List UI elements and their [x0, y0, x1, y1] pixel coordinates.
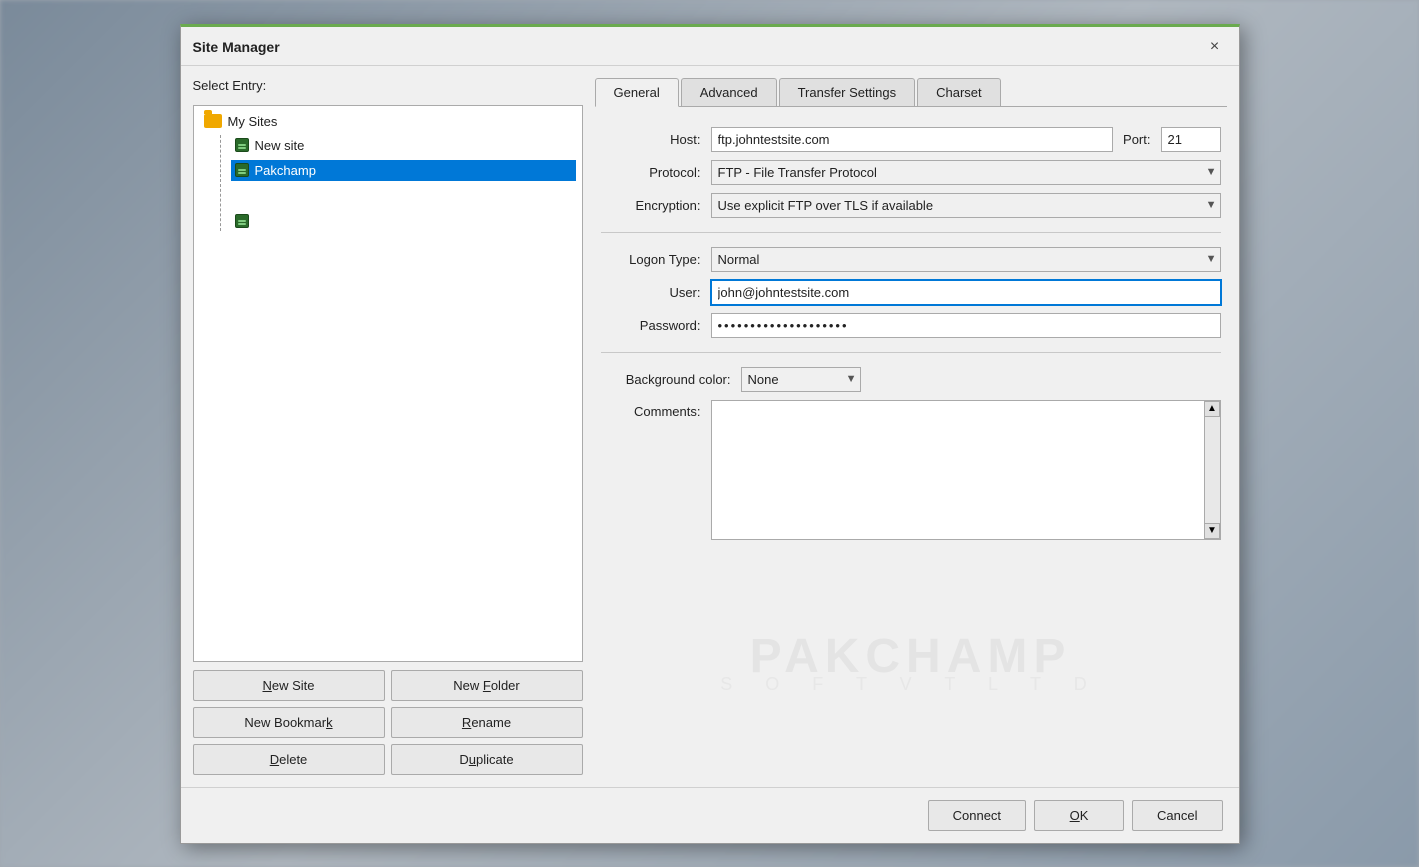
- protocol-select[interactable]: FTP - File Transfer Protocol SFTP - SSH …: [711, 160, 1221, 185]
- tree-folder-my-sites[interactable]: My Sites: [200, 112, 576, 131]
- server-icon-new-site: [235, 138, 249, 152]
- tab-advanced[interactable]: Advanced: [681, 78, 777, 106]
- user-label: User:: [601, 285, 701, 300]
- connect-button[interactable]: Connect: [928, 800, 1026, 831]
- new-site-button[interactable]: New Site: [193, 670, 385, 701]
- scrollbar: ▲ ▼: [1204, 401, 1220, 539]
- tree-container: My Sites New site Pakchamp: [193, 105, 583, 662]
- close-button[interactable]: ×: [1203, 35, 1227, 59]
- duplicate-button[interactable]: Duplicate: [391, 744, 583, 775]
- right-panel: PAKCHAMP S O F T V T L T D General Advan…: [595, 78, 1227, 775]
- host-row: Host: Port:: [601, 127, 1221, 152]
- bg-color-row: Background color: None Red Green Blue Ye…: [601, 367, 1221, 392]
- site-manager-dialog: Site Manager × Select Entry: My Sites Ne…: [180, 24, 1240, 844]
- logon-type-select[interactable]: Anonymous Normal Ask for password Intera…: [711, 247, 1221, 272]
- port-input[interactable]: [1161, 127, 1221, 152]
- protocol-row: Protocol: FTP - File Transfer Protocol S…: [601, 160, 1221, 185]
- comments-textarea[interactable]: [712, 401, 1204, 539]
- host-label: Host:: [601, 132, 701, 147]
- server-icon-extra: [235, 214, 249, 228]
- new-folder-button[interactable]: New Folder: [391, 670, 583, 701]
- protocol-label: Protocol:: [601, 165, 701, 180]
- tab-charset[interactable]: Charset: [917, 78, 1001, 106]
- tree-item-pakchamp[interactable]: Pakchamp: [231, 160, 576, 181]
- user-input[interactable]: [711, 280, 1221, 305]
- protocol-select-wrapper: FTP - File Transfer Protocol SFTP - SSH …: [711, 160, 1221, 185]
- password-label: Password:: [601, 318, 701, 333]
- left-panel: Select Entry: My Sites New site Pakchamp: [193, 78, 583, 775]
- ok-button[interactable]: OK: [1034, 800, 1124, 831]
- encryption-row: Encryption: Use explicit FTP over TLS if…: [601, 193, 1221, 218]
- encryption-label: Encryption:: [601, 198, 701, 213]
- server-icon-pakchamp: [235, 163, 249, 177]
- tree-children: New site Pakchamp: [220, 135, 576, 231]
- scrollbar-track: [1205, 417, 1220, 523]
- watermark: PAKCHAMP S O F T V T L T D: [720, 629, 1100, 695]
- tabs-row: General Advanced Transfer Settings Chars…: [595, 78, 1227, 107]
- password-row: Password:: [601, 313, 1221, 338]
- tree-item-label: New site: [255, 138, 305, 153]
- folder-icon: [204, 114, 222, 128]
- logon-type-label: Logon Type:: [601, 252, 701, 267]
- separator-2: [601, 352, 1221, 353]
- scrollbar-down-arrow[interactable]: ▼: [1204, 523, 1220, 539]
- dialog-body: Select Entry: My Sites New site Pakchamp: [181, 66, 1239, 787]
- logon-type-select-wrapper: Anonymous Normal Ask for password Intera…: [711, 247, 1221, 272]
- encryption-select-wrapper: Use explicit FTP over TLS if available O…: [711, 193, 1221, 218]
- cancel-button[interactable]: Cancel: [1132, 800, 1222, 831]
- user-row: User:: [601, 280, 1221, 305]
- bg-select-wrapper: None Red Green Blue Yellow Cyan ▼: [741, 367, 861, 392]
- host-input[interactable]: [711, 127, 1114, 152]
- rename-button[interactable]: Rename: [391, 707, 583, 738]
- form-section: Host: Port: Protocol: FTP - File Transfe…: [595, 117, 1227, 550]
- comments-label: Comments:: [601, 400, 701, 419]
- tree-item-extra[interactable]: [231, 211, 576, 231]
- separator-1: [601, 232, 1221, 233]
- comments-area-wrapper: ▲ ▼: [711, 400, 1221, 540]
- tab-general[interactable]: General: [595, 78, 679, 107]
- folder-label: My Sites: [228, 114, 278, 129]
- dialog-footer: Connect OK Cancel: [181, 787, 1239, 843]
- dialog-title: Site Manager: [193, 39, 280, 55]
- port-label: Port:: [1123, 132, 1150, 147]
- comments-row: Comments: ▲ ▼: [601, 400, 1221, 540]
- bg-color-select[interactable]: None Red Green Blue Yellow Cyan: [741, 367, 861, 392]
- tree-item-new-site[interactable]: New site: [231, 135, 576, 156]
- password-input[interactable]: [711, 313, 1221, 338]
- tree-item-label: Pakchamp: [255, 163, 316, 178]
- bg-color-label: Background color:: [601, 372, 731, 387]
- new-bookmark-button[interactable]: New Bookmark: [193, 707, 385, 738]
- select-entry-label: Select Entry:: [193, 78, 583, 93]
- title-bar: Site Manager ×: [181, 27, 1239, 66]
- encryption-select[interactable]: Use explicit FTP over TLS if available O…: [711, 193, 1221, 218]
- delete-button[interactable]: Delete: [193, 744, 385, 775]
- button-grid: New Site New Folder New Bookmark Rename …: [193, 670, 583, 775]
- logon-type-row: Logon Type: Anonymous Normal Ask for pas…: [601, 247, 1221, 272]
- tab-transfer-settings[interactable]: Transfer Settings: [779, 78, 916, 106]
- scrollbar-up-arrow[interactable]: ▲: [1204, 401, 1220, 417]
